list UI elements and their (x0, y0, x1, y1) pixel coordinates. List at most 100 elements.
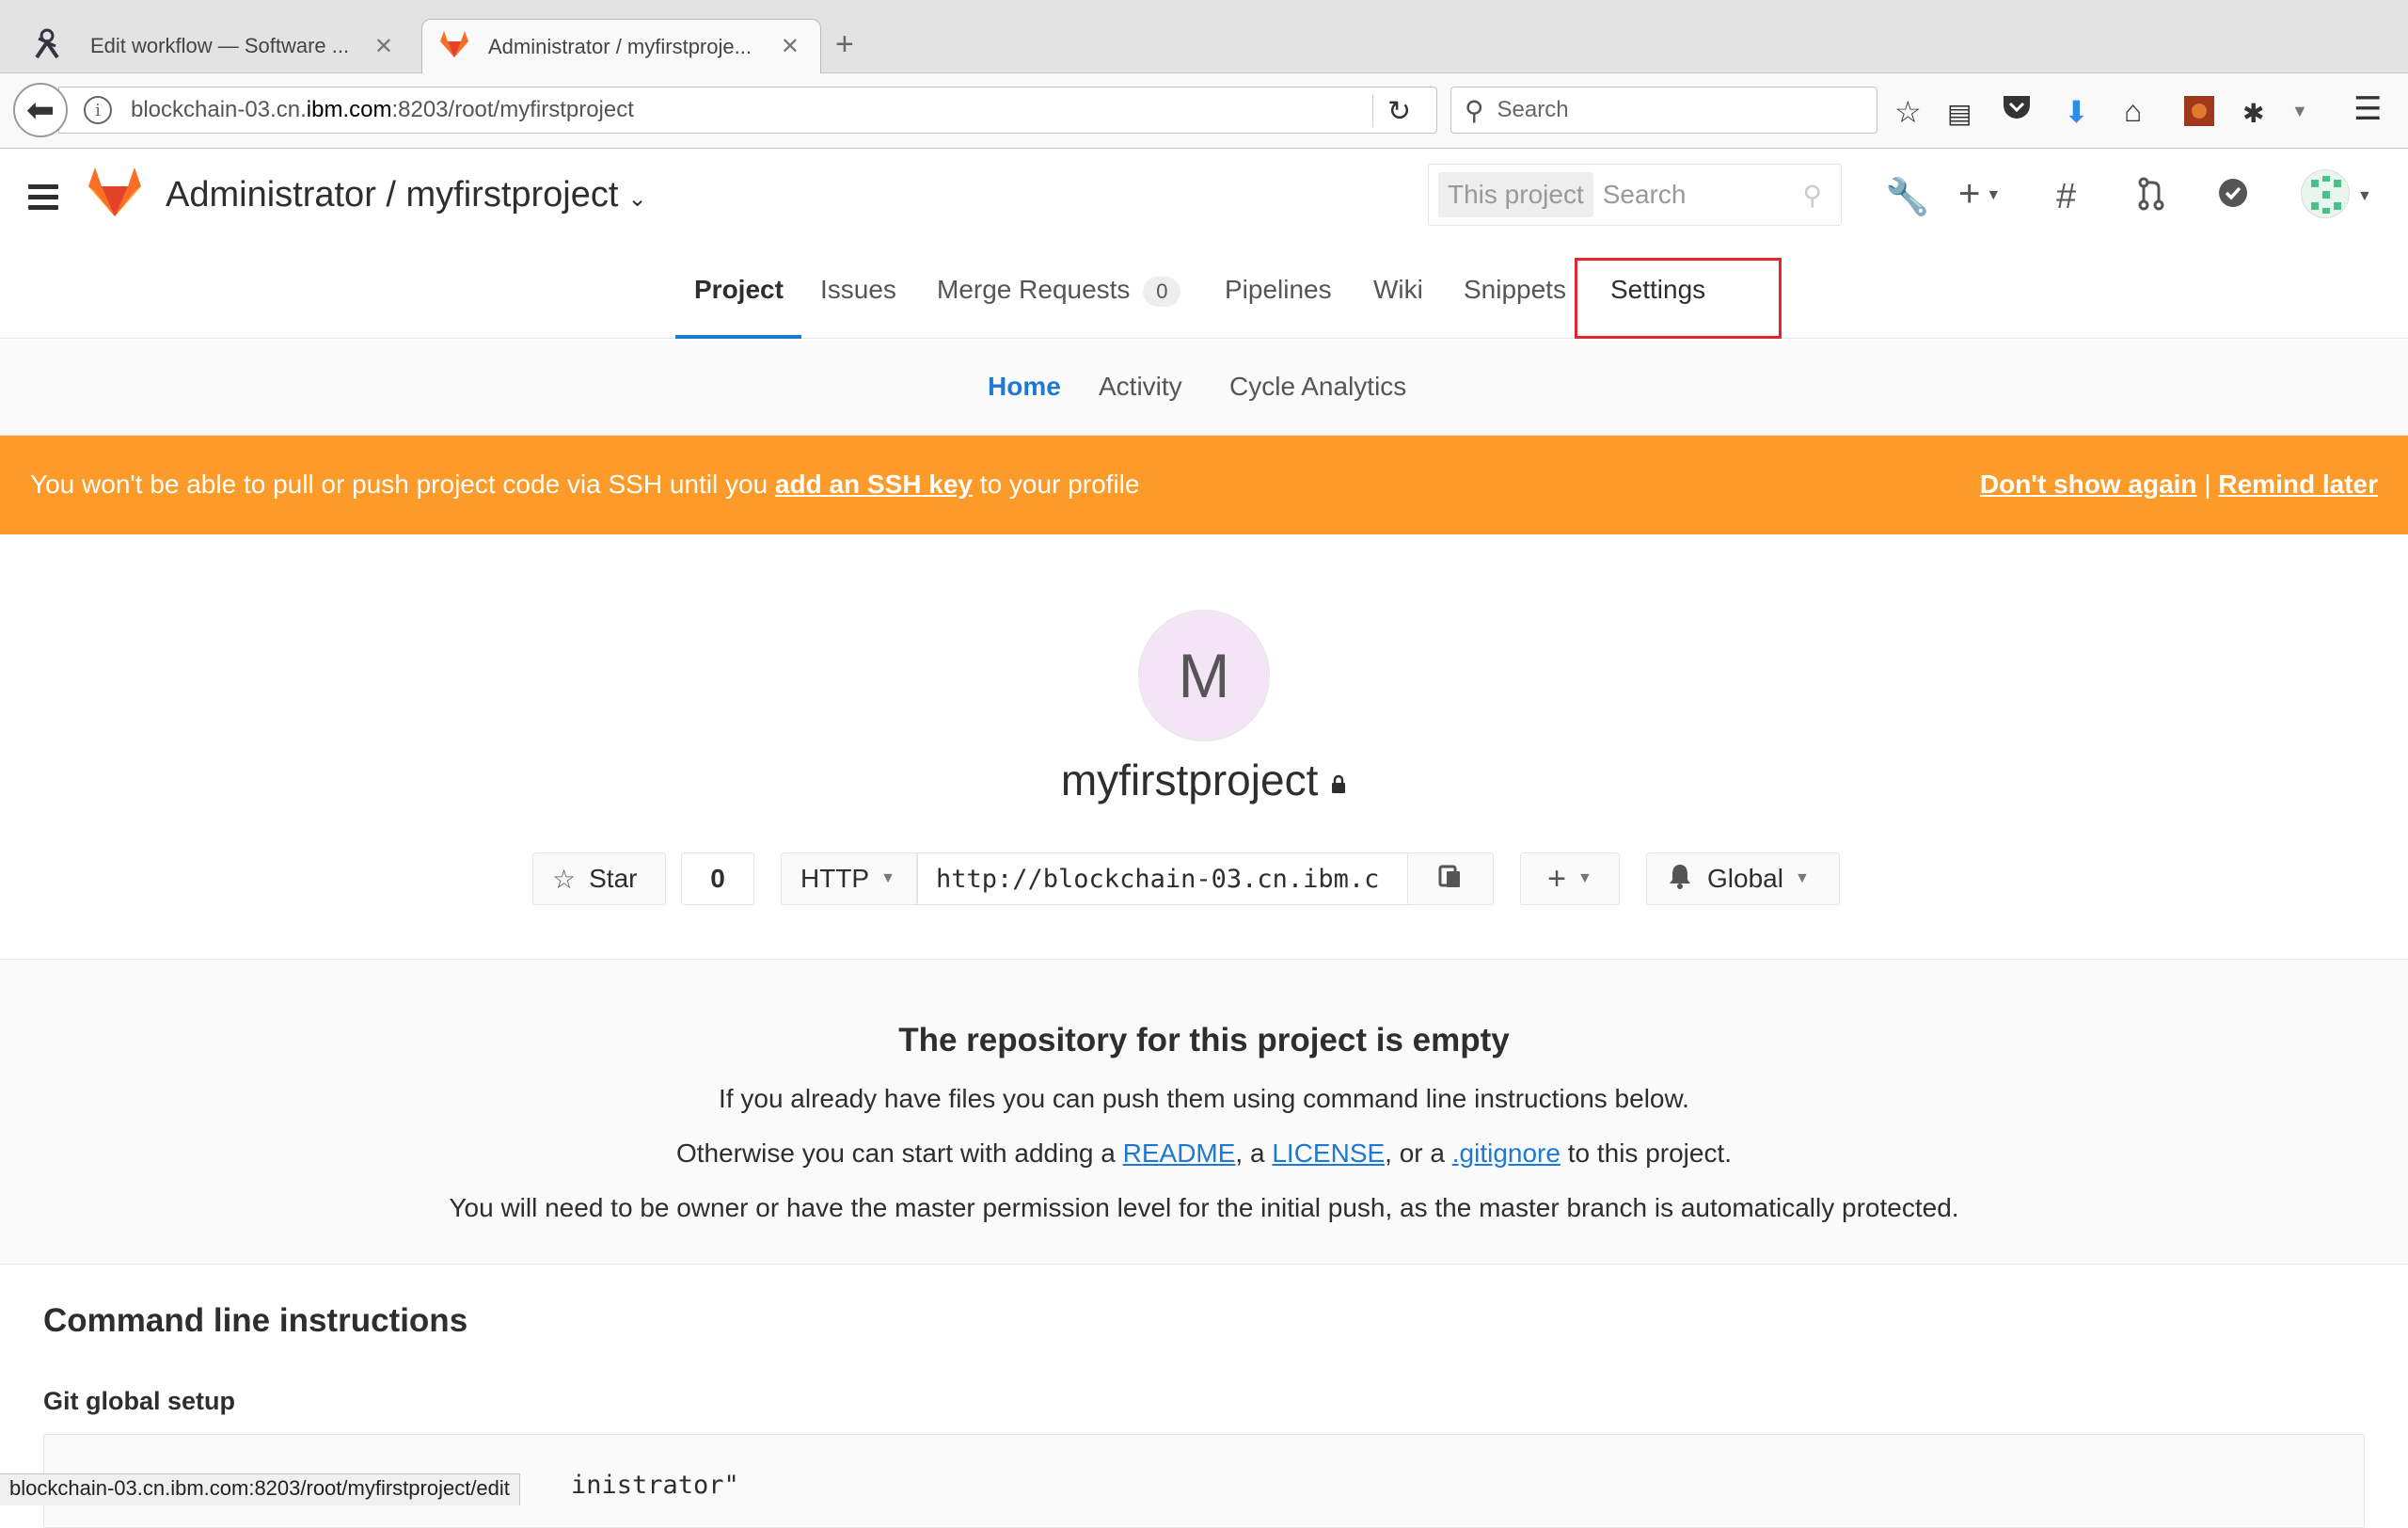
dont-show-again-link[interactable]: Don't show again (1980, 470, 2197, 499)
active-tab-indicator (675, 335, 801, 339)
close-tab-icon[interactable]: ✕ (781, 33, 800, 60)
back-button[interactable]: ⬅ (13, 83, 68, 137)
empty-repo-heading: The repository for this project is empty (898, 1022, 1510, 1058)
browser-search-placeholder: Search (1497, 97, 1569, 122)
tab-pipelines[interactable]: Pipelines (1225, 275, 1332, 305)
project-tabs: Project Issues Merge Requests 0 Pipeline… (0, 247, 2408, 339)
copy-url-button[interactable] (1407, 852, 1494, 905)
url-prefix: blockchain-03.cn. (131, 97, 307, 122)
url-bar[interactable]: i blockchain-03.cn.ibm.com:8203/root/myf… (58, 87, 1437, 134)
merge-requests-count-badge: 0 (1143, 276, 1181, 307)
url-divider (1372, 95, 1373, 127)
project-home-panel: M myfirstproject ☆ Star 0 HTTP ▼ http://… (0, 534, 2408, 960)
reading-list-icon[interactable]: ▤ (1947, 98, 1972, 129)
git-global-setup-heading: Git global setup (43, 1387, 236, 1415)
browser-status-bar: blockchain-03.cn.ibm.com:8203/root/myfir… (0, 1473, 520, 1505)
chevron-down-icon[interactable]: ⌄ (627, 186, 646, 212)
notification-dropdown[interactable]: Global ▼ (1646, 852, 1840, 905)
license-link[interactable]: LICENSE (1272, 1138, 1385, 1168)
admin-wrench-icon[interactable]: 🔧 (1885, 177, 1929, 218)
back-arrow-icon: ⬅ (25, 90, 55, 129)
project-avatar: M (1138, 610, 1270, 741)
tab-merge-requests[interactable]: Merge Requests 0 (937, 275, 1181, 307)
gitlab-header: Administrator / myfirstproject ⌄ This pro… (0, 149, 2408, 247)
empty-repo-line1: If you already have files you can push t… (719, 1084, 1689, 1113)
tab-project[interactable]: Project (694, 275, 784, 305)
clone-protocol-dropdown[interactable]: HTTP ▼ (781, 852, 918, 905)
search-icon: ⚲ (1802, 180, 1822, 210)
readme-link[interactable]: README (1123, 1138, 1236, 1168)
hamburger-menu-icon[interactable] (28, 184, 58, 215)
ssh-key-alert: You won't be able to pull or push projec… (0, 436, 2408, 534)
url-host: ibm.com (306, 97, 392, 122)
browser-menu-icon[interactable]: ☰ (2353, 90, 2382, 128)
jenkins-icon (28, 27, 66, 66)
star-count[interactable]: 0 (681, 852, 754, 905)
user-avatar[interactable] (2301, 169, 2350, 218)
subtab-cycle-analytics[interactable]: Cycle Analytics (1229, 372, 1406, 402)
info-icon[interactable]: i (84, 96, 112, 124)
gitlab-logo[interactable] (87, 166, 143, 223)
new-tab-icon[interactable]: + (835, 26, 854, 63)
add-ssh-key-link[interactable]: add an SSH key (775, 470, 973, 499)
bookmark-star-icon[interactable]: ☆ (1894, 94, 1922, 130)
tab-title: Administrator / myfirstproje... (488, 34, 752, 58)
browser-nav-bar: i blockchain-03.cn.ibm.com:8203/root/myf… (0, 73, 2408, 149)
url-text: blockchain-03.cn.ibm.com:8203/root/myfir… (131, 97, 634, 123)
line2-text-b: to this project. (1560, 1138, 1733, 1168)
tab-title: Edit workflow — Software ... (90, 34, 350, 57)
code-text: inistrator" (571, 1471, 739, 1500)
bug-extension-icon[interactable]: ✱ (2242, 98, 2264, 129)
project-path: Administrator / myfirstproject (166, 175, 619, 215)
remind-later-link[interactable]: Remind later (2218, 470, 2378, 499)
alert-separator: | (2204, 470, 2211, 499)
line2-text-a: Otherwise you can start with adding a (675, 1138, 1123, 1168)
home-icon[interactable]: ⌂ (2124, 94, 2142, 129)
lock-icon (1330, 756, 1347, 804)
clipboard-icon (1438, 863, 1463, 896)
caret-down-icon: ▼ (880, 870, 895, 886)
caret-down-icon: ▼ (1794, 870, 1810, 886)
reload-icon[interactable]: ↻ (1387, 95, 1411, 128)
star-icon: ☆ (552, 864, 577, 894)
new-item-plus-icon[interactable]: + ▼ (1958, 173, 2001, 215)
alert-text-before: You won't be able to pull or push projec… (30, 470, 775, 499)
line2-sep1: , a (1235, 1138, 1273, 1168)
close-tab-icon[interactable]: ✕ (374, 33, 393, 60)
alert-text-after: to your profile (973, 470, 1140, 499)
browser-tab-gitlab[interactable]: Administrator / myfirstproje... ✕ (421, 19, 821, 73)
browser-tab-bar: Edit workflow — Software ... ✕ Administr… (0, 0, 2408, 73)
tab-wiki[interactable]: Wiki (1373, 275, 1423, 305)
star-button[interactable]: ☆ Star (532, 852, 666, 905)
clone-url-text: http://blockchain-03.cn.ibm.c (936, 864, 1380, 894)
browser-search-field[interactable]: ⚲ Search (1450, 87, 1877, 134)
plus-icon: + (1547, 860, 1566, 897)
browser-tab-jenkins[interactable]: Edit workflow — Software ... ✕ (28, 19, 414, 73)
subtab-home[interactable]: Home (988, 372, 1061, 402)
project-name-text: myfirstproject (1060, 756, 1319, 804)
add-file-dropdown[interactable]: + ▼ (1520, 852, 1620, 905)
search-scope-badge: This project (1438, 172, 1593, 217)
gitlab-icon (439, 30, 469, 64)
extension-dropdown-icon[interactable]: ▼ (2291, 102, 2308, 121)
subtab-activity[interactable]: Activity (1099, 372, 1182, 402)
gitignore-link[interactable]: .gitignore (1452, 1138, 1560, 1168)
gitlab-search-placeholder: Search (1602, 180, 1687, 209)
gitlab-search-field[interactable]: This project Search ⚲ (1428, 164, 1842, 226)
chevron-down-icon[interactable]: ▼ (2357, 188, 2372, 205)
download-icon[interactable]: ⬇ (2064, 94, 2089, 130)
merge-request-icon[interactable] (2137, 177, 2165, 220)
extension-icon[interactable] (2184, 96, 2214, 134)
pocket-icon[interactable] (2002, 94, 2032, 130)
tab-issues[interactable]: Issues (820, 275, 896, 305)
project-title[interactable]: Administrator / myfirstproject ⌄ (166, 175, 647, 215)
tab-snippets[interactable]: Snippets (1464, 275, 1566, 305)
clone-url-input[interactable]: http://blockchain-03.cn.ibm.c (916, 852, 1411, 905)
search-icon: ⚲ (1465, 95, 1484, 125)
tab-merge-requests-label: Merge Requests (937, 275, 1131, 304)
notification-level: Global (1707, 864, 1783, 893)
empty-repo-panel: The repository for this project is empty… (0, 960, 2408, 1265)
settings-highlight-box (1575, 258, 1782, 339)
issues-hash-icon[interactable]: # (2056, 177, 2076, 217)
todos-check-icon[interactable] (2218, 177, 2248, 217)
